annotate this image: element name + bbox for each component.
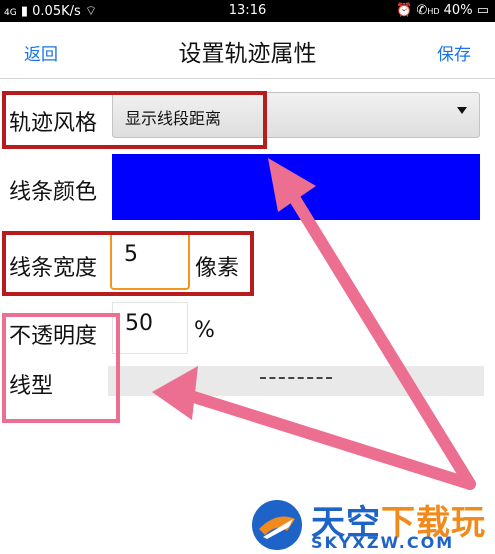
watermark-subtitle: SKYXZW.COM [311, 533, 455, 552]
watermark-logo-icon [252, 500, 302, 550]
arrowhead-left-icon [152, 366, 198, 420]
watermark: 天空下载玩 SKYXZW.COM [245, 493, 495, 554]
annotation-arrows [152, 158, 476, 490]
